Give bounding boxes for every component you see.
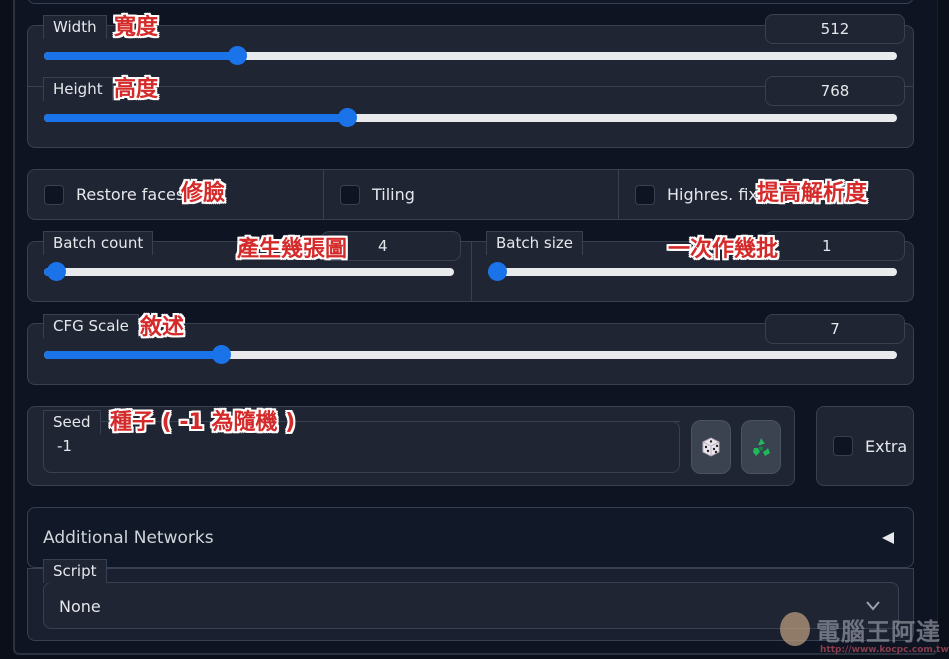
highres-fix-label: Highres. fix <box>667 185 758 204</box>
seed-annotation: 種子 ( -1 為隨機 ) <box>110 410 296 435</box>
batch-size-slider[interactable] <box>488 262 897 281</box>
dice-icon <box>702 437 720 457</box>
height-slider-fill <box>44 114 347 122</box>
divider <box>618 170 619 219</box>
cfg-scale-number-input[interactable]: 7 <box>765 314 905 344</box>
extra-block: Extra <box>816 406 914 486</box>
highres-fix-annotation: 提高解析度 <box>757 181 868 206</box>
reuse-seed-button[interactable] <box>741 420 781 474</box>
extra-checkbox[interactable] <box>833 436 853 456</box>
cfg-scale-slider[interactable] <box>44 345 897 364</box>
extra-label: Extra <box>865 436 908 456</box>
cfg-scale-label: CFG Scale <box>43 314 139 338</box>
batch-count-slider-thumb[interactable] <box>47 262 66 281</box>
batch-size-slider-thumb[interactable] <box>488 262 507 281</box>
additional-networks-label: Additional Networks <box>43 528 214 548</box>
seed-value: -1 <box>57 437 72 455</box>
restore-faces-label: Restore faces <box>76 185 185 204</box>
script-selected-value: None <box>59 597 101 616</box>
width-number-input[interactable]: 512 <box>765 14 905 44</box>
tiling-label: Tiling <box>372 185 415 204</box>
seed-label: Seed <box>43 410 101 434</box>
batch-count-slider[interactable] <box>44 262 454 281</box>
recycle-icon <box>753 438 770 456</box>
batch-size-number-input[interactable]: 1 <box>765 231 905 261</box>
triangle-left-icon[interactable] <box>881 531 895 545</box>
height-annotation: 高度 <box>114 77 159 102</box>
extra-option[interactable]: Extra <box>833 407 907 485</box>
tiling-option[interactable]: Tiling <box>340 170 415 219</box>
batch-count-label: Batch count <box>43 231 154 255</box>
height-slider[interactable] <box>44 108 897 127</box>
watermark-url: http://www.kocpc.com.tw <box>820 645 949 655</box>
previous-panel-edge <box>27 0 914 4</box>
chevron-down-icon <box>866 601 880 611</box>
script-dropdown[interactable]: None <box>43 582 899 629</box>
divider <box>471 242 472 301</box>
height-slider-thumb[interactable] <box>338 108 357 127</box>
additional-networks-accordion[interactable]: Additional Networks <box>27 507 914 568</box>
width-label: Width <box>43 15 107 39</box>
watermark-mascot-icon <box>780 612 810 646</box>
width-slider-thumb[interactable] <box>228 46 247 65</box>
script-label: Script <box>43 559 107 583</box>
random-seed-button[interactable] <box>691 420 731 474</box>
restore-faces-option[interactable]: Restore faces <box>44 170 184 219</box>
width-row-line <box>104 25 764 26</box>
height-number-input[interactable]: 768 <box>765 76 905 106</box>
watermark-text: 電腦王阿達 <box>816 618 941 646</box>
divider <box>323 170 324 219</box>
highres-fix-option[interactable]: Highres. fix <box>635 170 758 219</box>
height-label: Height <box>43 77 113 101</box>
batch-size-annotation: 一次作幾批 <box>668 237 779 262</box>
highres-fix-checkbox[interactable] <box>635 184 655 205</box>
batch-size-label: Batch size <box>486 231 583 255</box>
width-slider[interactable] <box>44 46 897 65</box>
tiling-checkbox[interactable] <box>340 184 360 205</box>
batch-count-annotation: 產生幾張圖 <box>237 237 348 262</box>
cfg-scale-slider-fill <box>44 351 221 359</box>
restore-faces-annotation: 修臉 <box>181 181 226 206</box>
cfg-scale-slider-thumb[interactable] <box>212 345 231 364</box>
width-slider-fill <box>44 52 237 60</box>
width-annotation: 寬度 <box>114 15 159 40</box>
cfg-scale-annotation: 敘述 <box>140 315 185 340</box>
restore-faces-checkbox[interactable] <box>44 184 64 205</box>
watermark: 電腦王阿達 http://www.kocpc.com.tw <box>780 612 949 657</box>
